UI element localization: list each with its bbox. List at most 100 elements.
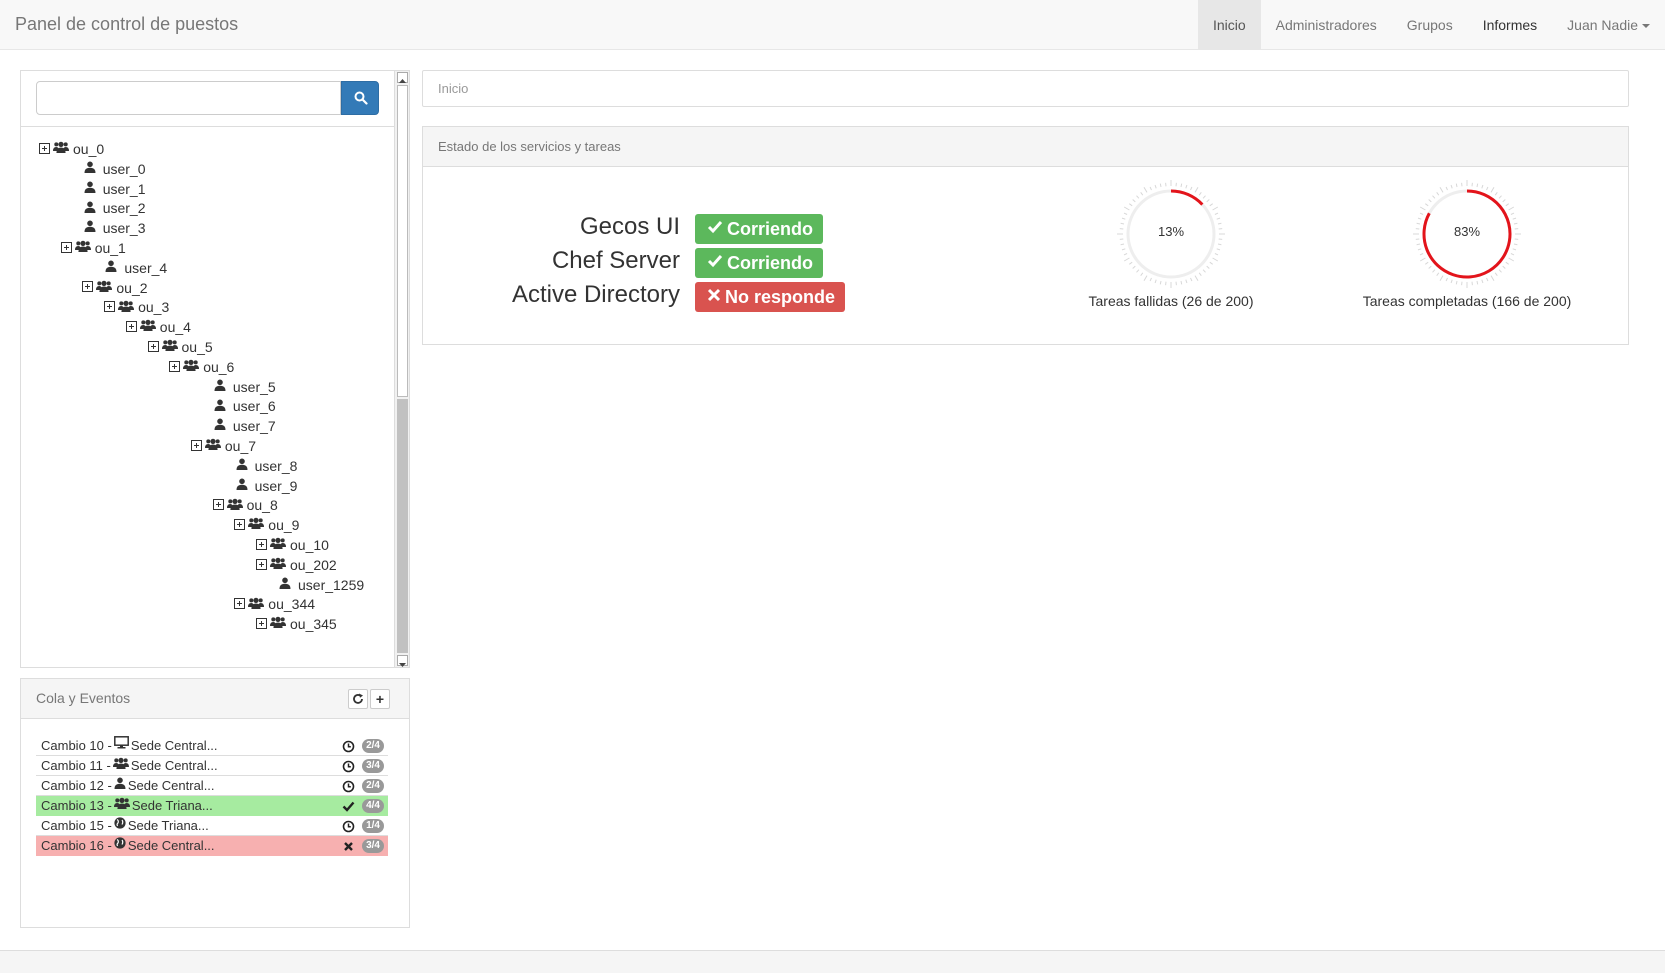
queue-item-change: Cambio 12 - — [41, 778, 112, 793]
expand-icon[interactable] — [256, 617, 267, 629]
expand-icon[interactable] — [190, 439, 202, 451]
status-panel: Estado de los servicios y tareas Gecos U… — [422, 126, 1629, 345]
tree-node-label: ou_0 — [73, 141, 105, 157]
tree-node-label: user_0 — [102, 160, 146, 177]
footer — [0, 950, 1665, 973]
tree-node-label: ou_6 — [203, 358, 235, 375]
nav-menu: Inicio Administradores Grupos Informes J… — [1197, 0, 1665, 50]
queue-item[interactable]: Cambio 12 - Sede Central... 2/4 — [36, 776, 388, 796]
tree-node-ou[interactable]: ou_202 — [256, 555, 337, 575]
queue-title: Cola y Eventos — [36, 690, 131, 706]
user-icon — [105, 257, 117, 277]
tree-divider — [21, 126, 394, 127]
tree-node-ou[interactable]: ou_4 — [125, 317, 191, 337]
search-button[interactable] — [341, 81, 379, 115]
queue-item[interactable]: Cambio 15 - Sede Triana... 1/4 — [36, 816, 388, 836]
tree-node-user[interactable]: user_2 — [84, 198, 146, 218]
expand-icon[interactable] — [234, 518, 246, 530]
search-input[interactable] — [36, 81, 341, 115]
check-icon — [707, 247, 723, 277]
add-button[interactable]: + — [370, 689, 390, 709]
queue-item[interactable]: Cambio 13 - Sede Triana... 4/4 — [36, 796, 388, 816]
status-title: Estado de los servicios y tareas — [438, 139, 621, 154]
expand-icon[interactable] — [125, 320, 137, 332]
expand-icon[interactable] — [256, 538, 267, 550]
expand-icon[interactable] — [104, 301, 116, 313]
clock-icon — [342, 739, 355, 753]
scroll-thumb[interactable] — [397, 85, 408, 397]
group-icon — [204, 435, 221, 455]
scroll-track[interactable] — [397, 399, 408, 653]
search-group — [36, 81, 379, 115]
triangle-down-icon — [399, 663, 406, 667]
globe-icon — [114, 815, 126, 835]
tree-node-user[interactable]: user_9 — [236, 475, 297, 496]
refresh-icon — [353, 693, 363, 704]
scroll-up-arrow[interactable] — [397, 72, 408, 83]
tree-node-label: ou_344 — [268, 596, 316, 613]
tree-node-user[interactable]: user_7 — [214, 416, 276, 436]
breadcrumb-item-inicio[interactable]: Inicio — [438, 81, 468, 96]
nav-user-menu[interactable]: Juan Nadie — [1552, 0, 1665, 50]
nav-informes[interactable]: Informes — [1468, 0, 1552, 50]
tree-node-user[interactable]: user_5 — [214, 377, 276, 397]
tree-node-label: ou_2 — [116, 279, 148, 296]
tree-node-ou[interactable]: ou_3 — [104, 297, 169, 317]
tree-node-label: user_7 — [232, 418, 276, 435]
tree-scrollbar[interactable] — [394, 71, 409, 667]
queue-item[interactable]: Cambio 10 - Sede Central... 2/4 — [36, 735, 388, 756]
group-icon — [118, 297, 135, 317]
tree-node-ou[interactable]: ou_345 — [256, 614, 337, 634]
expand-icon[interactable] — [256, 558, 267, 570]
user-icon — [84, 217, 96, 237]
tree-node-user[interactable]: user_0 — [84, 159, 146, 179]
nav-grupos[interactable]: Grupos — [1392, 0, 1468, 50]
expand-icon[interactable] — [234, 598, 246, 610]
times-icon — [707, 281, 721, 311]
tree-node-user[interactable]: user_3 — [84, 218, 146, 238]
user-icon — [236, 475, 248, 495]
tree-node-user[interactable]: user_1 — [84, 179, 146, 199]
tree-node-ou[interactable]: ou_344 — [234, 594, 315, 614]
tree-node-ou[interactable]: ou_7 — [190, 435, 256, 456]
gauge-label: Tareas fallidas (26 de 200) — [1088, 293, 1254, 309]
tree-node-ou[interactable]: ou_0 — [39, 139, 104, 159]
tree-node-user[interactable]: user_1259 — [279, 575, 364, 595]
tree-node-label: ou_1 — [94, 240, 126, 256]
tree-node-ou[interactable]: ou_9 — [234, 515, 299, 535]
brand-title[interactable]: Panel de control de puestos — [15, 14, 238, 35]
queue-item-site: Sede Central... — [127, 778, 215, 793]
queue-item-change: Cambio 10 - — [41, 738, 112, 753]
plus-icon: + — [375, 691, 385, 707]
scroll-down-arrow[interactable] — [397, 655, 408, 667]
tree-node-user[interactable]: user_8 — [236, 456, 298, 476]
expand-icon[interactable] — [212, 499, 224, 511]
group-icon — [53, 139, 69, 158]
tree-node-ou[interactable]: ou_10 — [256, 535, 329, 555]
queue-item[interactable]: Cambio 11 - Sede Central... 3/4 — [36, 756, 388, 776]
queue-item[interactable]: Cambio 16 - Sede Central... 3/4 — [36, 836, 388, 856]
tree-node-label: ou_345 — [290, 616, 337, 633]
expand-icon[interactable] — [39, 142, 50, 154]
tree-node-user[interactable]: user_4 — [105, 258, 167, 278]
expand-icon[interactable] — [60, 241, 72, 253]
tree-node-ou[interactable]: ou_1 — [60, 238, 126, 258]
tree-node-ou[interactable]: ou_6 — [169, 357, 234, 377]
queue-panel: Cola y Eventos + Cambio 10 - Sede Central… — [20, 678, 410, 928]
group-icon — [161, 336, 178, 356]
expand-icon[interactable] — [147, 340, 159, 352]
tree-node-ou[interactable]: ou_5 — [147, 336, 213, 357]
refresh-button[interactable] — [348, 689, 368, 709]
nav-inicio[interactable]: Inicio — [1197, 0, 1261, 50]
tree-node-user[interactable]: user_6 — [214, 396, 276, 416]
tree-node-label: ou_202 — [290, 556, 337, 573]
expand-icon[interactable] — [169, 360, 181, 372]
queue-item-change: Cambio 13 - — [41, 798, 112, 813]
tree-node-ou[interactable]: ou_2 — [82, 278, 148, 298]
tree-node-ou[interactable]: ou_8 — [212, 495, 278, 515]
service-status-label: No responde — [725, 287, 836, 307]
nav-administradores[interactable]: Administradores — [1261, 0, 1392, 50]
expand-icon[interactable] — [82, 281, 94, 293]
tree-node-label: user_8 — [254, 457, 298, 474]
tree-node-label: ou_4 — [159, 319, 191, 336]
